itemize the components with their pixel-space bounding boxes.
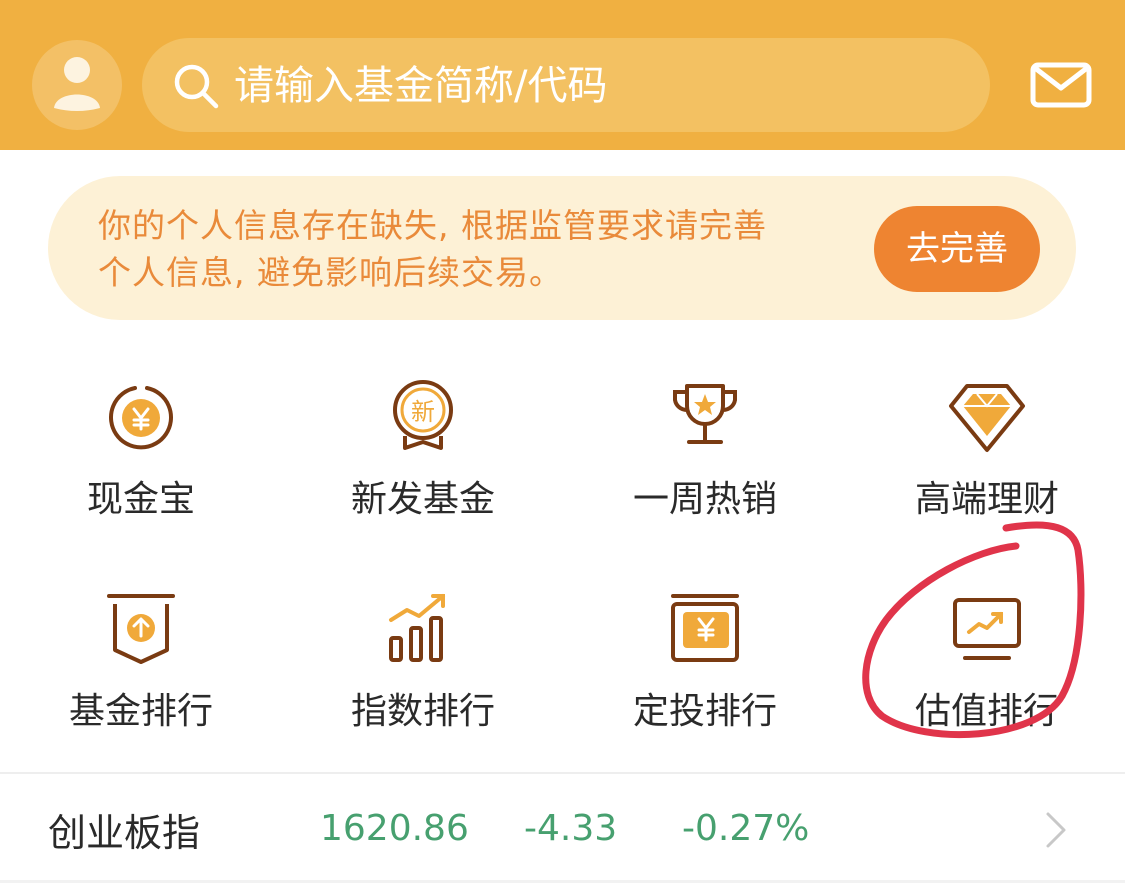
grid-item-new-fund[interactable]: 新 新发基金 [282,370,564,520]
upload-arrow-icon [107,594,175,664]
diamond-icon [949,384,1025,452]
annotation-circle [862,521,1085,739]
grid-label-sip-ranking: 定投排行 [632,691,777,732]
index-change-pct: -0.27% [682,808,810,849]
grid-label-cash: 现金宝 [86,479,195,520]
bar-chart-trend-icon [389,594,445,662]
search-input[interactable] [232,56,956,116]
yuan-coin-icon [109,386,173,450]
grid-label-fund-ranking: 基金排行 [68,691,213,732]
svg-text:新: 新 [411,398,435,426]
notice-text: 你的个人信息存在缺失, 根据监管要求请完善 个人信息, 避免影响后续交易。 [98,202,858,296]
notice-line-1: 你的个人信息存在缺失, 根据监管要求请完善 [98,206,767,245]
grid-item-cash[interactable]: 现金宝 [0,370,282,520]
index-value: 1620.86 [320,808,469,849]
grid-label-weekly-hot: 一周热销 [632,479,777,520]
grid-item-premium[interactable]: 高端理财 [846,370,1125,520]
trophy-icon [673,384,737,444]
user-icon [54,57,100,111]
yuan-calendar-icon [671,594,739,662]
grid-item-index-ranking[interactable]: 指数排行 [282,582,564,732]
grid-label-new-fund: 新发基金 [350,479,495,520]
index-name: 创业板指 [48,811,201,855]
new-badge-icon: 新 [393,380,453,450]
index-change: -4.33 [524,808,618,849]
grid-item-weekly-hot[interactable]: 一周热销 [564,370,846,520]
grid-item-fund-ranking[interactable]: 基金排行 [0,582,282,732]
search-icon [174,64,219,109]
grid-item-sip-ranking[interactable]: 定投排行 [564,582,846,732]
complete-profile-button[interactable]: 去完善 [874,206,1040,292]
chevron-right-icon [1046,812,1066,848]
index-row-chinext[interactable]: 创业板指 1620.86 -4.33 -0.27% [0,774,1125,880]
search-bar[interactable] [142,38,990,132]
top-bar [0,0,1125,150]
profile-incomplete-notice: 你的个人信息存在缺失, 根据监管要求请完善 个人信息, 避免影响后续交易。 去完… [48,176,1076,320]
notice-line-2: 个人信息, 避免影响后续交易。 [98,253,563,292]
avatar[interactable] [32,40,122,130]
grid-label-index-ranking: 指数排行 [350,691,495,732]
mail-icon[interactable] [1030,62,1092,108]
